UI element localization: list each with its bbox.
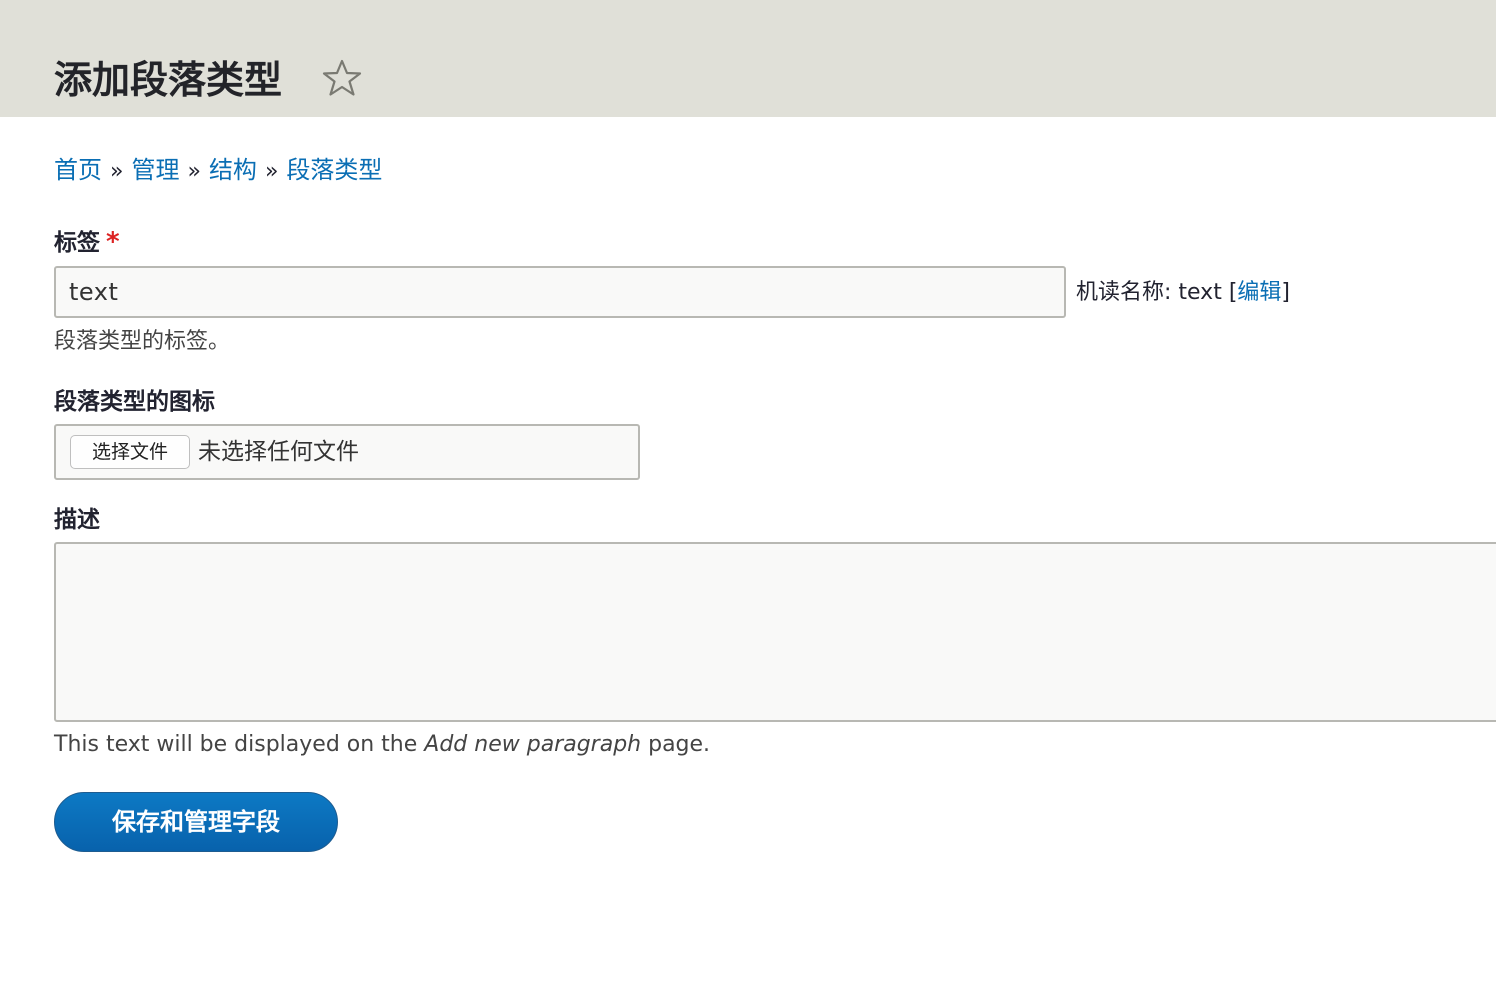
breadcrumb-link-paragraph-types[interactable]: 段落类型 [286, 156, 382, 184]
machine-name-edit-link[interactable]: 编辑 [1237, 280, 1281, 305]
description-help-suffix: page. [641, 732, 711, 757]
page-title: 添加段落类型 [54, 58, 283, 102]
description-field-label: 描述 [54, 507, 100, 533]
description-textarea[interactable] [54, 542, 1496, 722]
breadcrumb-link-home[interactable]: 首页 [54, 156, 102, 184]
icon-file-input[interactable]: 选择文件 未选择任何文件 [54, 424, 640, 480]
icon-field-label: 段落类型的图标 [54, 389, 215, 415]
breadcrumb-separator: » [264, 159, 279, 184]
required-mark: * [106, 227, 120, 257]
choose-file-button[interactable]: 选择文件 [70, 435, 190, 469]
page-header: 添加段落类型 [0, 0, 1496, 117]
breadcrumb-separator: » [187, 159, 201, 184]
label-field-label: 标签 * [54, 226, 120, 259]
label-field-label-text: 标签 [54, 230, 100, 256]
breadcrumb: 首页 » 管理 » 结构 » 段落类型 [54, 152, 382, 188]
breadcrumb-link-admin[interactable]: 管理 [131, 156, 179, 184]
file-status: 未选择任何文件 [198, 439, 359, 465]
machine-name: 机读名称: text [编辑] [1076, 276, 1290, 310]
machine-name-suffix: ] [1281, 280, 1291, 305]
breadcrumb-link-structure[interactable]: 结构 [209, 156, 257, 184]
star-icon[interactable] [322, 58, 362, 98]
machine-name-prefix: 机读名称: text [ [1076, 280, 1238, 305]
description-help-prefix: This text will be displayed on the [54, 732, 425, 757]
label-input[interactable] [54, 266, 1066, 318]
description-help-emphasis: Add new paragraph [424, 732, 642, 757]
save-and-manage-fields-button[interactable]: 保存和管理字段 [54, 792, 338, 852]
breadcrumb-separator: » [110, 159, 124, 184]
description-help-text: This text will be displayed on the Add n… [54, 729, 710, 761]
label-help-text: 段落类型的标签。 [54, 329, 231, 354]
